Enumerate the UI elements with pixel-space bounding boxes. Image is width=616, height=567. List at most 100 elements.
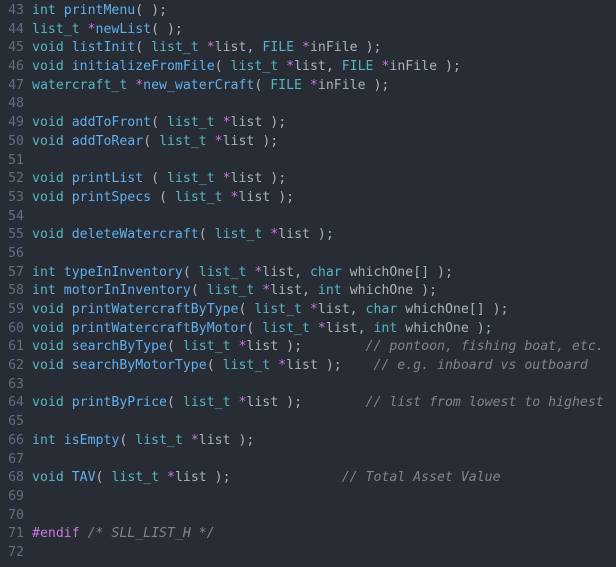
token-fn: new_waterCraft <box>143 77 255 93</box>
token-punct: , <box>357 320 374 336</box>
token-var: list <box>278 227 310 243</box>
token-punct <box>64 339 72 354</box>
code-line[interactable]: 49 void addToFront( list_t *list ); <box>0 114 616 133</box>
line-number: 52 <box>8 171 24 187</box>
line-number: 56 <box>8 245 24 261</box>
code-line[interactable]: 50 void addToRear( list_t *list ); <box>0 133 616 152</box>
token-preproc: #endif <box>32 526 80 542</box>
token-type: list_t <box>206 283 263 299</box>
code-editor-pane[interactable]: 43 int printMenu( ); 44 list_t *newList( );… <box>0 0 616 567</box>
token-star: * <box>206 40 215 56</box>
token-type: void <box>32 189 64 205</box>
code-line[interactable]: 63 <box>0 376 616 395</box>
code-line[interactable]: 61 void searchByType( list_t *list ); // … <box>0 338 616 357</box>
token-fn: printSpecs <box>71 189 152 205</box>
token-type: int <box>32 3 56 18</box>
token-star: * <box>222 115 231 131</box>
token-comment: // e.g. inboard vs outboard <box>373 358 588 374</box>
code-line[interactable]: 57 int typeInInventory( list_t *list, cha… <box>0 264 616 283</box>
token-var: list <box>198 432 231 448</box>
code-line[interactable]: 54 <box>0 208 616 227</box>
token-punct: ( <box>198 227 215 243</box>
code-line[interactable]: 46 void initializeFromFile( list_t *list,… <box>0 58 616 77</box>
token-punct: ); <box>437 59 461 75</box>
code-line[interactable]: 72 <box>0 544 616 563</box>
token-fn: deleteWatercraft <box>71 227 199 243</box>
code-line[interactable]: 62 void searchByMotorType( list_t *list )… <box>0 357 616 376</box>
token-star: * <box>222 171 231 187</box>
code-line[interactable]: 52 void printList ( list_t *list ); <box>0 170 616 189</box>
line-number: 60 <box>8 320 24 336</box>
token-punct: ( <box>167 339 183 355</box>
code-line[interactable]: 51 <box>0 152 616 171</box>
token-type: list_t <box>32 21 88 37</box>
token-punct <box>80 526 88 541</box>
line-source: void TAV( list_t *list ); // Total Asset… <box>32 469 501 488</box>
line-source: void printByPrice( list_t *list ); // li… <box>32 394 604 413</box>
line-number: 65 <box>8 414 24 430</box>
token-type: void <box>32 339 64 355</box>
code-line[interactable]: 65 <box>0 413 616 432</box>
token-punct <box>342 283 350 298</box>
code-line[interactable]: 48 <box>0 95 616 114</box>
code-line[interactable]: 69 <box>0 488 616 507</box>
line-number: 61 <box>8 339 24 355</box>
line-source: void printWatercraftByMotor( list_t *lis… <box>32 320 493 339</box>
code-line[interactable]: 47 watercraft_t *new_waterCraft( FILE *in… <box>0 77 616 96</box>
line-number: 49 <box>8 115 24 131</box>
line-number: 47 <box>8 77 24 93</box>
code-line[interactable]: 66 int isEmpty( list_t *list ); <box>0 432 616 451</box>
token-type: void <box>32 227 64 243</box>
line-number: 68 <box>8 470 24 486</box>
code-line[interactable]: 71 #endif /* SLL_LIST_H */ <box>0 525 616 544</box>
line-source: int isEmpty( list_t *list ); <box>32 432 254 451</box>
code-line[interactable]: 56 <box>0 245 616 264</box>
token-punct: , <box>294 264 310 280</box>
token-punct <box>64 358 72 373</box>
token-punct <box>64 40 72 55</box>
line-source: int printMenu( ); <box>32 2 167 21</box>
code-line[interactable]: 44 list_t *newList( ); <box>0 21 616 40</box>
token-comment: // Total Asset Value <box>341 470 501 486</box>
token-var: list <box>286 358 318 374</box>
token-punct: ); <box>278 395 303 411</box>
token-punct: ( <box>214 59 231 75</box>
token-type: int <box>32 264 56 280</box>
code-line[interactable]: 45 void listInit( list_t *list, FILE *inF… <box>0 39 616 58</box>
token-punct <box>56 3 64 18</box>
line-number: 58 <box>8 283 24 299</box>
token-punct: ( <box>143 171 168 187</box>
token-punct: ( <box>254 77 271 93</box>
token-punct: , <box>246 40 263 56</box>
token-punct: [] ); <box>468 302 509 317</box>
token-punct: , <box>302 283 318 299</box>
line-source: void printList ( list_t *list ); <box>32 170 286 189</box>
code-line[interactable]: 58 int motorInInventory( list_t *list, in… <box>0 282 616 301</box>
token-var: list <box>246 339 279 355</box>
code-line[interactable]: 59 void printWatercraftByType( list_t *li… <box>0 301 616 320</box>
token-star: * <box>135 77 144 93</box>
token-var: whichOne <box>349 264 414 280</box>
token-star: * <box>167 470 175 486</box>
token-punct: ( <box>151 115 168 131</box>
token-fn: printWatercraftByType <box>71 302 239 317</box>
code-line[interactable]: 67 <box>0 451 616 470</box>
token-type: void <box>32 320 64 336</box>
token-punct: ); <box>365 77 390 93</box>
line-number: 48 <box>8 96 24 112</box>
line-number: 71 <box>8 526 24 542</box>
code-line[interactable]: 53 void printSpecs ( list_t *list ); <box>0 189 616 208</box>
code-line[interactable]: 55 void deleteWatercraft( list_t *list ); <box>0 226 616 245</box>
token-punct: ( <box>135 40 152 56</box>
token-type: list_t <box>182 395 239 411</box>
code-line[interactable]: 68 void TAV( list_t *list ); // Total Ass… <box>0 469 616 488</box>
line-source: watercraft_t *new_waterCraft( FILE *inFi… <box>32 77 389 96</box>
token-type: list_t <box>151 40 207 56</box>
code-line[interactable]: 43 int printMenu( ); <box>0 2 616 21</box>
line-number: 66 <box>8 432 24 448</box>
token-var: list <box>317 302 350 317</box>
code-line[interactable]: 64 void printByPrice( list_t *list ); // … <box>0 394 616 413</box>
code-line[interactable]: 60 void printWatercraftByMotor( list_t *l… <box>0 320 616 339</box>
token-punct: [] ); <box>413 264 453 280</box>
code-line[interactable]: 70 <box>0 507 616 526</box>
